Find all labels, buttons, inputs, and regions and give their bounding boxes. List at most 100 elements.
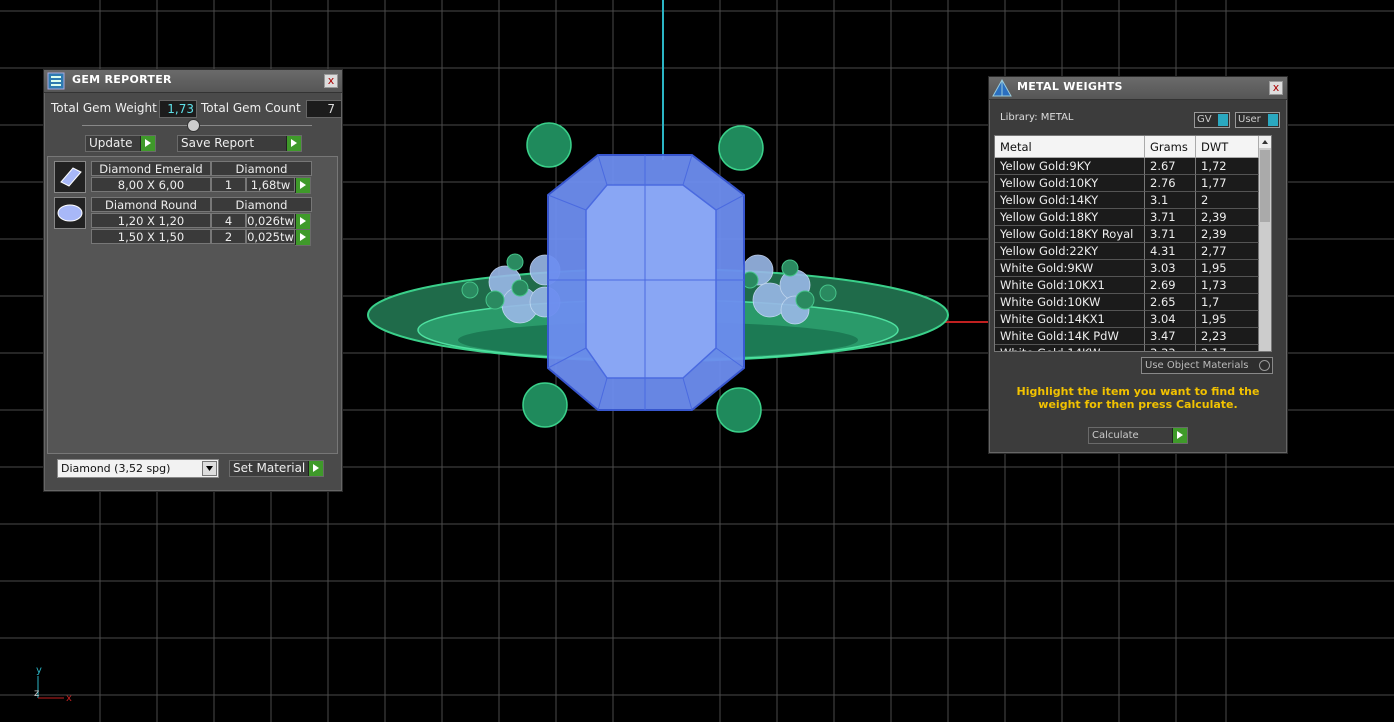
- calculate-go-icon: [1172, 428, 1187, 443]
- metal-name-cell: White Gold:14KW: [995, 345, 1145, 351]
- gem-row-go-button[interactable]: [295, 177, 311, 194]
- metal-table-row[interactable]: Yellow Gold:22KY 4.31 2,77: [995, 243, 1259, 260]
- save-report-button[interactable]: Save Report: [177, 135, 302, 152]
- save-report-button-label: Save Report: [181, 136, 255, 150]
- metal-table-row[interactable]: White Gold:14K PdW 3.47 2,23: [995, 328, 1259, 345]
- vertical-scrollbar[interactable]: [1259, 136, 1271, 351]
- calculate-hint: Highlight the item you want to find the …: [1016, 385, 1260, 411]
- calculate-button-label: Calculate: [1092, 430, 1139, 441]
- metal-table-row[interactable]: White Gold:14KW3.332,17: [995, 345, 1259, 351]
- metal-name-cell: White Gold:10KW: [995, 294, 1145, 311]
- gem-reporter-panel: GEM REPORTER x Total Gem Weight 1,73 Tot…: [43, 69, 343, 492]
- emerald-cut-thumbnail[interactable]: [54, 161, 86, 193]
- user-toggle-label: User: [1238, 114, 1261, 125]
- gem-shape-label[interactable]: Diamond Round: [91, 197, 211, 212]
- calculate-button[interactable]: Calculate: [1088, 427, 1188, 444]
- total-gem-count-label: Total Gem Count: [201, 101, 301, 115]
- update-button[interactable]: Update: [85, 135, 156, 152]
- grams-cell: 3.33: [1145, 345, 1196, 351]
- set-material-button[interactable]: Set Material: [229, 460, 324, 477]
- metal-table-row[interactable]: White Gold:9KW 3.03 1,95: [995, 260, 1259, 277]
- gem-count-cell[interactable]: 4: [211, 213, 246, 228]
- metal-name-cell: Yellow Gold:10KY: [995, 175, 1145, 192]
- gem-weight-cell[interactable]: 0,026tw: [246, 213, 295, 228]
- dwt-cell: 1,95: [1196, 260, 1259, 277]
- collapse-handle-icon[interactable]: [187, 119, 200, 132]
- grams-cell: 4.31: [1145, 243, 1196, 260]
- axis-y-label: y: [36, 665, 42, 676]
- dwt-cell: 1,73: [1196, 277, 1259, 294]
- grams-cell: 3.1: [1145, 192, 1196, 209]
- total-gem-weight-value: 1,73: [159, 100, 197, 118]
- metal-name-cell: Yellow Gold:18KY: [995, 209, 1145, 226]
- gem-row-go-button[interactable]: [295, 213, 311, 230]
- grams-cell: 2.65: [1145, 294, 1196, 311]
- metal-name-cell: White Gold:9KW: [995, 260, 1145, 277]
- use-object-materials-toggle[interactable]: Use Object Materials: [1141, 357, 1273, 374]
- dwt-cell: 2,77: [1196, 243, 1259, 260]
- metal-weights-panel: METAL WEIGHTS x Library: METAL GV User M…: [988, 76, 1288, 454]
- gem-row-go-button[interactable]: [295, 229, 311, 246]
- metal-table-row[interactable]: Yellow Gold:18KY Royal 3.71 2,39: [995, 226, 1259, 243]
- go-icon: [295, 214, 310, 229]
- metal-table-row[interactable]: Yellow Gold:10KY 2.76 1,77: [995, 175, 1259, 192]
- total-gem-count-value: 7: [306, 100, 342, 118]
- metal-table-row[interactable]: Yellow Gold:18KY 3.71 2,39: [995, 209, 1259, 226]
- metal-table-row[interactable]: Yellow Gold:9KY 2.67 1,72: [995, 158, 1259, 175]
- library-label: Library: METAL: [1000, 112, 1074, 123]
- gem-count-cell[interactable]: 1: [211, 177, 246, 192]
- grams-cell: 3.47: [1145, 328, 1196, 345]
- metal-weights-title: METAL WEIGHTS: [1017, 80, 1123, 93]
- gv-toggle-label: GV: [1197, 114, 1212, 125]
- metal-table-row[interactable]: White Gold:10KX1 2.69 1,73: [995, 277, 1259, 294]
- metal-weights-close-icon[interactable]: x: [1269, 81, 1283, 95]
- metal-name-cell: White Gold:14K PdW: [995, 328, 1145, 345]
- gv-toggle[interactable]: GV: [1194, 112, 1230, 128]
- material-select-value: Diamond (3,52 spg): [61, 462, 171, 475]
- material-select[interactable]: Diamond (3,52 spg): [57, 459, 219, 478]
- pyramid-icon: [992, 78, 1012, 97]
- user-toggle-switch: [1268, 114, 1278, 126]
- scrollbar-thumb[interactable]: [1260, 150, 1270, 222]
- set-material-button-label: Set Material: [233, 461, 306, 475]
- column-header-metal[interactable]: Metal: [995, 136, 1145, 158]
- scroll-up-icon[interactable]: [1259, 136, 1271, 148]
- grams-cell: 2.67: [1145, 158, 1196, 175]
- round-cut-thumbnail[interactable]: [54, 197, 86, 229]
- gem-reporter-title: GEM REPORTER: [72, 73, 172, 86]
- metal-name-cell: Yellow Gold:14KY: [995, 192, 1145, 209]
- gem-size-cell[interactable]: 1,20 X 1,20: [91, 213, 211, 228]
- metal-table-row[interactable]: White Gold:10KW 2.65 1,7: [995, 294, 1259, 311]
- gem-material-label[interactable]: Diamond: [211, 161, 312, 176]
- column-header-grams[interactable]: Grams: [1145, 136, 1196, 158]
- gem-size-cell[interactable]: 1,50 X 1,50: [91, 229, 211, 244]
- use-object-materials-label: Use Object Materials: [1145, 360, 1249, 371]
- total-gem-weight-label: Total Gem Weight: [51, 101, 157, 115]
- gem-count-cell[interactable]: 2: [211, 229, 246, 244]
- gem-reporter-close-icon[interactable]: x: [324, 74, 338, 88]
- gem-weight-cell[interactable]: 1,68tw: [246, 177, 295, 192]
- column-header-dwt[interactable]: DWT: [1196, 136, 1259, 158]
- dwt-cell: 2: [1196, 192, 1259, 209]
- metal-name-cell: Yellow Gold:22KY: [995, 243, 1145, 260]
- grams-cell: 3.71: [1145, 226, 1196, 243]
- metal-weights-titlebar[interactable]: METAL WEIGHTS x: [989, 77, 1287, 100]
- update-button-label: Update: [89, 136, 133, 150]
- gem-weight-cell[interactable]: 0,025tw: [246, 229, 295, 244]
- metal-table-row[interactable]: White Gold:14KX1 3.04 1,95: [995, 311, 1259, 328]
- gem-reporter-titlebar[interactable]: GEM REPORTER x: [44, 70, 342, 93]
- metal-name-cell: White Gold:10KX1: [995, 277, 1145, 294]
- dwt-cell: 2,23: [1196, 328, 1259, 345]
- go-icon: [295, 178, 310, 193]
- metal-table-row[interactable]: Yellow Gold:14KY 3.1 2: [995, 192, 1259, 209]
- user-toggle[interactable]: User: [1235, 112, 1280, 128]
- gem-shape-label[interactable]: Diamond Emerald: [91, 161, 211, 176]
- gem-size-cell[interactable]: 8,00 X 6,00: [91, 177, 211, 192]
- metal-name-cell: Yellow Gold:18KY Royal: [995, 226, 1145, 243]
- save-report-go-icon: [286, 136, 301, 151]
- gem-material-label[interactable]: Diamond: [211, 197, 312, 212]
- grams-cell: 3.04: [1145, 311, 1196, 328]
- gem-reporter-icon: [47, 72, 65, 90]
- grams-cell: 2.76: [1145, 175, 1196, 192]
- axis-z-label: z: [34, 688, 39, 699]
